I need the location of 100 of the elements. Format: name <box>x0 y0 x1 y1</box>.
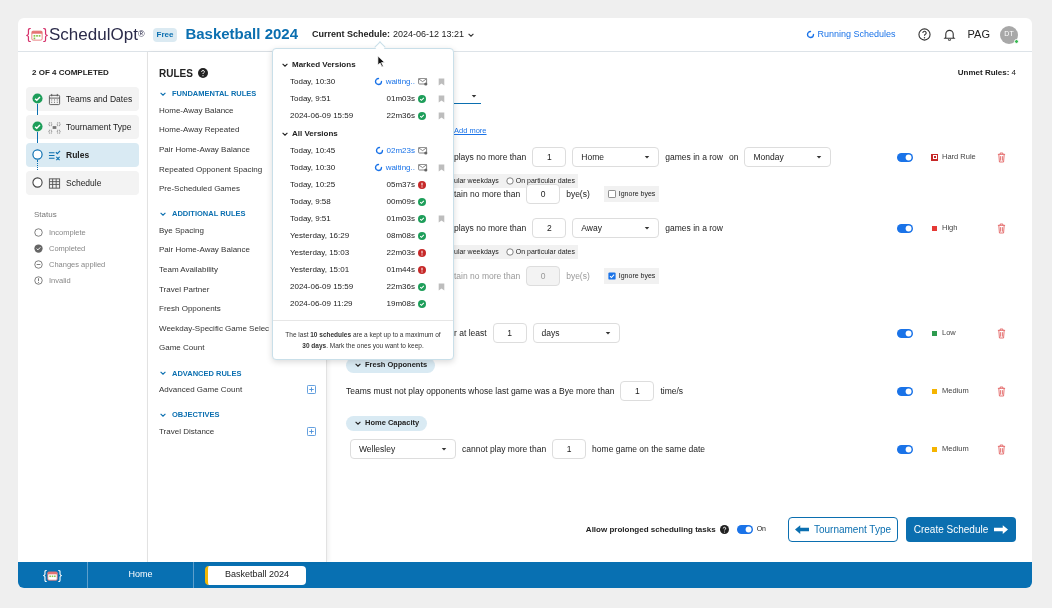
dropdown[interactable]: Monday <box>744 147 832 167</box>
delete-icon[interactable] <box>997 327 1006 339</box>
document-tab[interactable]: Basketball 2024 <box>205 565 306 585</box>
rule-list-item[interactable]: Pair Home-Away Balance <box>159 144 250 156</box>
dropdown[interactable]: Home <box>572 147 660 167</box>
rule-list-item[interactable]: Fresh Opponents <box>159 303 221 316</box>
dropdown[interactable]: days <box>532 323 620 343</box>
rule-list-item[interactable]: Repeated Opponent Spacing <box>159 163 263 176</box>
rule-list-item[interactable]: Game Count <box>159 342 205 355</box>
rule-list-item[interactable]: Weekday-Specific Game Selec <box>159 322 270 335</box>
rule-list-item[interactable]: Bye Spacing <box>159 224 204 237</box>
rule-text: Teams must not play opponents whose last game was a Bye more than <box>346 384 615 398</box>
version-duration: 22m36s <box>386 109 415 122</box>
notification-bell-icon[interactable] <box>942 28 956 41</box>
version-duration: waiting.. <box>385 75 415 88</box>
toggle-switch[interactable] <box>897 328 913 338</box>
add-icon[interactable] <box>307 385 316 395</box>
version-duration: 08m08s <box>386 229 415 242</box>
version-duration: 01m03s <box>386 92 415 105</box>
help-icon[interactable] <box>197 68 208 78</box>
rule-list-item[interactable]: Pre-Scheduled Games <box>159 183 240 196</box>
toggle-switch[interactable] <box>897 386 913 396</box>
home-tab[interactable]: Home <box>88 562 194 588</box>
caret-down-icon <box>471 92 477 99</box>
caret-down-icon <box>644 154 651 160</box>
rule-text: r at least <box>454 326 487 340</box>
versions-section-header[interactable]: Marked Versions <box>273 57 453 73</box>
rule-text: tain no more than <box>454 187 521 201</box>
wizard-step[interactable]: Rules <box>26 143 139 167</box>
rule-text: games in a row <box>665 150 723 164</box>
rule-text: plays no more than <box>454 150 527 164</box>
rules-title: RULES <box>159 66 193 81</box>
running-schedules-link[interactable]: Running Schedules <box>805 27 896 42</box>
organization-label[interactable]: PAG <box>967 26 990 43</box>
rule-list-item[interactable]: Pair Home-Away Balance <box>159 244 250 257</box>
number-field[interactable]: 1 <box>552 439 587 459</box>
version-duration: 22m36s <box>386 280 415 293</box>
caret-down-icon <box>816 154 823 160</box>
dropdown[interactable]: Away <box>572 218 660 238</box>
number-field[interactable]: 0 <box>526 184 561 204</box>
version-time[interactable]: Today, 10:25 <box>290 178 370 191</box>
rule-text: plays no more than <box>454 221 527 235</box>
chevron-down-icon[interactable] <box>281 61 289 69</box>
version-duration: 01m03s <box>386 212 415 225</box>
chevron-down-icon[interactable] <box>281 130 289 138</box>
number-field[interactable]: 2 <box>532 218 567 238</box>
caret-down-icon <box>441 446 447 452</box>
version-time[interactable]: Yesterday, 16:29 <box>290 229 370 242</box>
chevron-down-icon <box>354 419 362 427</box>
toggle-switch[interactable] <box>897 223 913 233</box>
chevron-down-icon <box>354 361 362 369</box>
number-field[interactable]: 1 <box>532 147 567 167</box>
delete-icon[interactable] <box>997 443 1006 455</box>
rule-text: games in a row <box>665 221 723 235</box>
version-time[interactable]: Today, 10:45 <box>290 144 370 157</box>
version-time[interactable]: 2024-06-09 11:29 <box>290 297 370 310</box>
toggle-switch[interactable] <box>736 525 753 534</box>
version-time[interactable]: Yesterday, 15:03 <box>290 246 370 259</box>
taskbar-logo[interactable]: { } <box>18 562 88 588</box>
unmet-rules-count: Unmet Rules: 4 <box>957 67 1016 79</box>
rule-list-item[interactable]: Travel Distance <box>159 425 215 438</box>
back-button[interactable]: Tournament Type <box>788 517 898 542</box>
schedule-selector[interactable]: Current Schedule: 2024-06-12 13:21 <box>312 27 476 42</box>
toggle-switch[interactable] <box>897 152 913 162</box>
help-icon[interactable] <box>719 525 729 534</box>
arrow-left-icon <box>794 525 809 534</box>
queue-icon <box>418 146 428 155</box>
version-time[interactable]: 2024-06-09 15:59 <box>290 280 370 293</box>
rule-text: bye(s) <box>566 187 590 201</box>
dropdown[interactable]: Wellesley <box>350 439 456 459</box>
versions-section-header[interactable]: All Versions <box>273 126 453 142</box>
rule-list-item[interactable]: Advanced Game Count <box>159 383 243 396</box>
version-duration: 19m08s <box>386 297 415 310</box>
delete-icon[interactable] <box>997 385 1006 397</box>
rule-list-item[interactable]: Home-Away Repeated <box>159 124 240 137</box>
delete-icon[interactable] <box>997 222 1006 234</box>
version-time[interactable]: Today, 9:51 <box>290 92 370 105</box>
number-field[interactable]: 1 <box>492 323 527 343</box>
version-time[interactable]: Today, 10:30 <box>290 75 370 88</box>
calendar-icon <box>31 28 43 41</box>
version-time[interactable]: Today, 10:30 <box>290 161 370 174</box>
delete-icon[interactable] <box>997 151 1006 163</box>
logo-brace: } <box>58 567 62 584</box>
version-time[interactable]: Today, 9:58 <box>290 195 370 208</box>
version-time[interactable]: 2024-06-09 15:59 <box>290 109 370 122</box>
rule-list-item[interactable]: Home-Away Balance <box>159 104 234 117</box>
rule-text: cannot play more than <box>462 442 547 456</box>
help-icon[interactable] <box>917 28 931 41</box>
toggle-switch[interactable] <box>897 444 913 454</box>
wizard-step[interactable]: Schedule <box>26 171 139 195</box>
rule-text: home game on the same date <box>592 442 706 456</box>
rule-text: tain no more than <box>454 269 521 283</box>
version-time[interactable]: Today, 9:51 <box>290 212 370 225</box>
add-icon[interactable] <box>307 427 316 436</box>
rule-list-item[interactable]: Team Availability <box>159 263 218 276</box>
calendar-icon <box>47 569 58 581</box>
number-field[interactable]: 1 <box>620 381 655 401</box>
version-time[interactable]: Yesterday, 15:01 <box>290 263 370 276</box>
rule-list-item[interactable]: Travel Partner <box>159 283 210 296</box>
create-schedule-button[interactable]: Create Schedule <box>906 517 1016 542</box>
